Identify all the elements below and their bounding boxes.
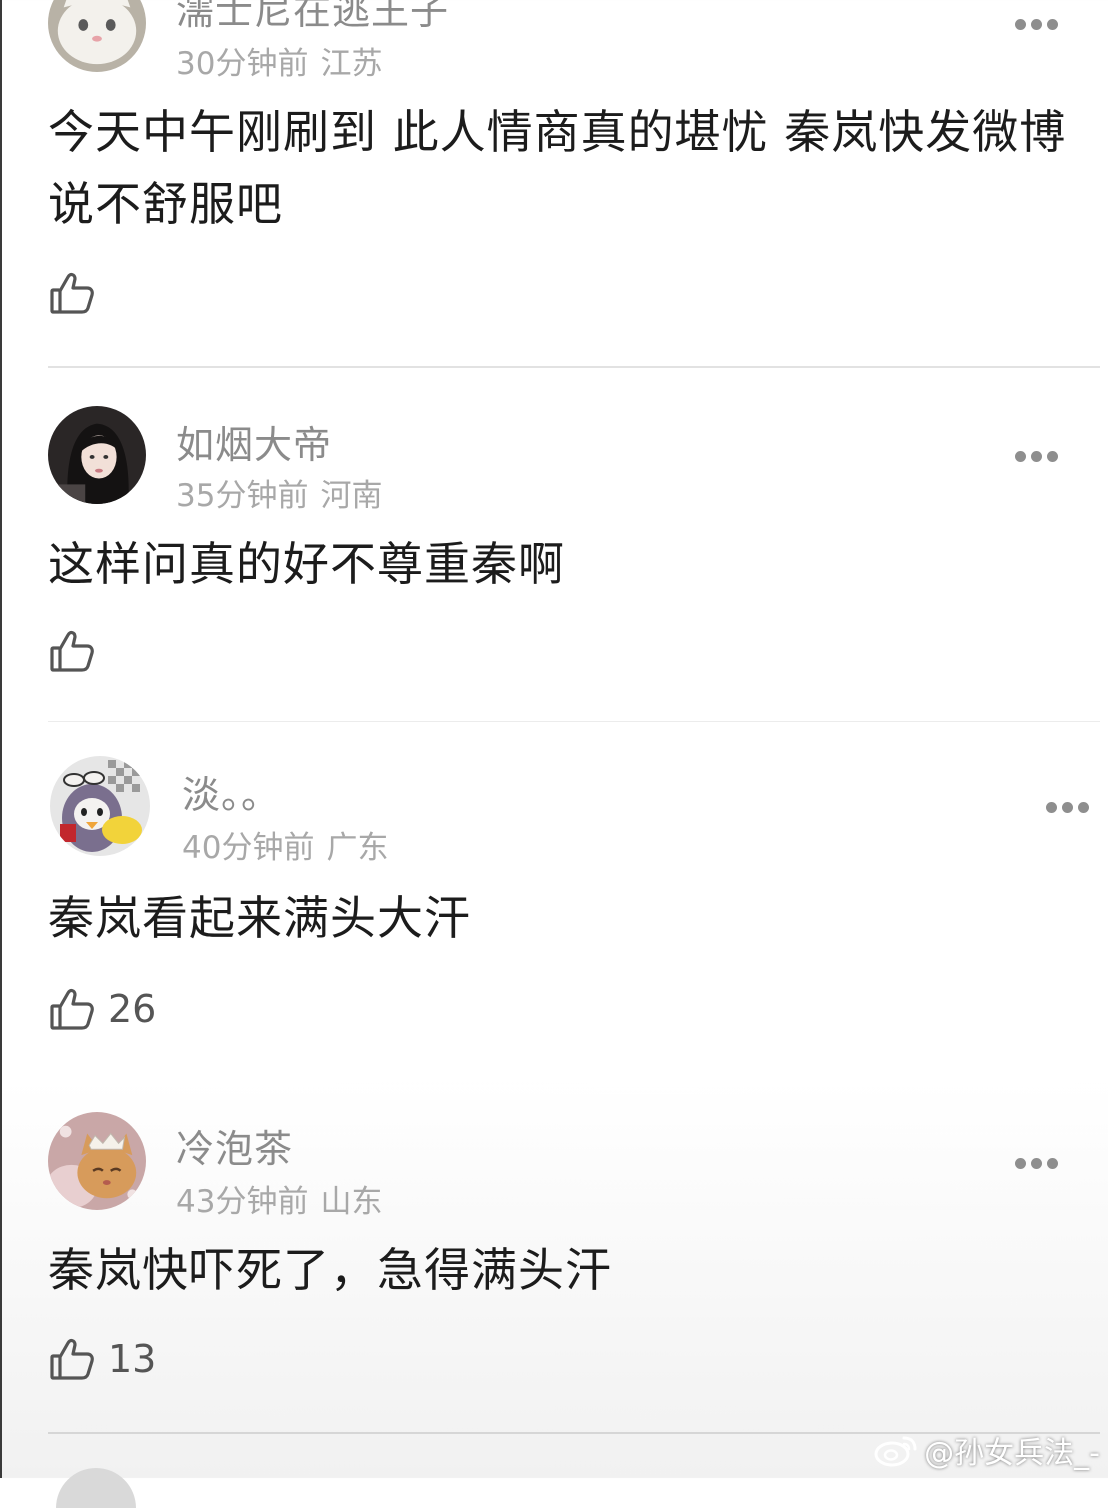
more-dots-icon[interactable] (1015, 1158, 1059, 1170)
thumbs-up-icon (50, 272, 94, 314)
like-button[interactable]: 13 (48, 1334, 156, 1384)
comment-time: 30分钟前 (176, 46, 309, 82)
comment-username[interactable]: 冷泡茶 (176, 1118, 293, 1173)
comment-meta: 30分钟前 江苏 (176, 38, 382, 83)
more-dots-icon[interactable] (1046, 802, 1090, 814)
more-dots-icon[interactable] (1015, 451, 1059, 463)
next-comment-avatar (56, 1468, 136, 1508)
comment-text: 秦岚快吓死了，急得满头汗 (48, 1243, 612, 1297)
penguin-plush-avatar-icon[interactable] (50, 756, 150, 856)
comment-location: 广东 (326, 830, 389, 866)
comment-item-3: 淡。。 40分钟前 广东 秦岚看起来满头大汗 26 (0, 740, 1108, 1090)
like-button[interactable] (48, 626, 108, 676)
watermark-text: @孙女兵法_- (924, 1436, 1100, 1471)
more-dots-icon[interactable] (1015, 19, 1059, 31)
comment-item-4: 冷泡茶 43分钟前 山东 秦岚快吓死了，急得满头汗 13 (0, 1100, 1108, 1430)
like-button[interactable] (48, 268, 108, 318)
comment-username[interactable]: 如烟大帝 (176, 414, 332, 469)
watermark: @孙女兵法_- (874, 1428, 1100, 1472)
comment-username[interactable]: 濡士尼在逃王子 (176, 0, 449, 35)
comment-time: 40分钟前 (182, 830, 315, 866)
comment-location: 江苏 (320, 46, 383, 82)
like-button[interactable]: 26 (48, 984, 156, 1034)
thumbs-up-icon (50, 630, 94, 672)
comment-meta: 35分钟前 河南 (176, 470, 382, 515)
weibo-logo-icon (874, 1436, 917, 1467)
comment-item-2: 如烟大帝 35分钟前 河南 这样问真的好不尊重秦啊 (0, 380, 1108, 720)
comment-location: 河南 (320, 478, 383, 514)
comment-time: 43分钟前 (176, 1184, 309, 1220)
comment-location: 山东 (320, 1184, 383, 1220)
comment-text: 这样问真的好不尊重秦啊 (48, 537, 565, 591)
comment-username[interactable]: 淡。。 (182, 764, 280, 819)
comment-divider (48, 721, 1100, 722)
comment-item-1: 濡士尼在逃王子 30分钟前 江苏 今天中午刚刷到 此人情商真的堪忧 秦岚快发微博说… (0, 0, 1108, 370)
white-cat-avatar-icon[interactable] (48, 0, 146, 72)
comment-divider (48, 366, 1100, 368)
comment-meta: 43分钟前 山东 (176, 1176, 382, 1221)
comment-text: 今天中午刚刷到 此人情商真的堪忧 秦岚快发微博说不舒服吧 (48, 105, 1067, 231)
comment-meta: 40分钟前 广东 (182, 822, 388, 867)
like-count: 13 (108, 1337, 157, 1381)
thumbs-up-icon (50, 1338, 94, 1380)
like-count: 26 (108, 987, 157, 1031)
comment-text: 秦岚看起来满头大汗 (48, 891, 471, 945)
woman-portrait-avatar-icon[interactable] (48, 406, 146, 504)
cat-crown-avatar-icon[interactable] (48, 1112, 146, 1210)
comment-time: 35分钟前 (176, 478, 309, 514)
thumbs-up-icon (50, 988, 94, 1030)
